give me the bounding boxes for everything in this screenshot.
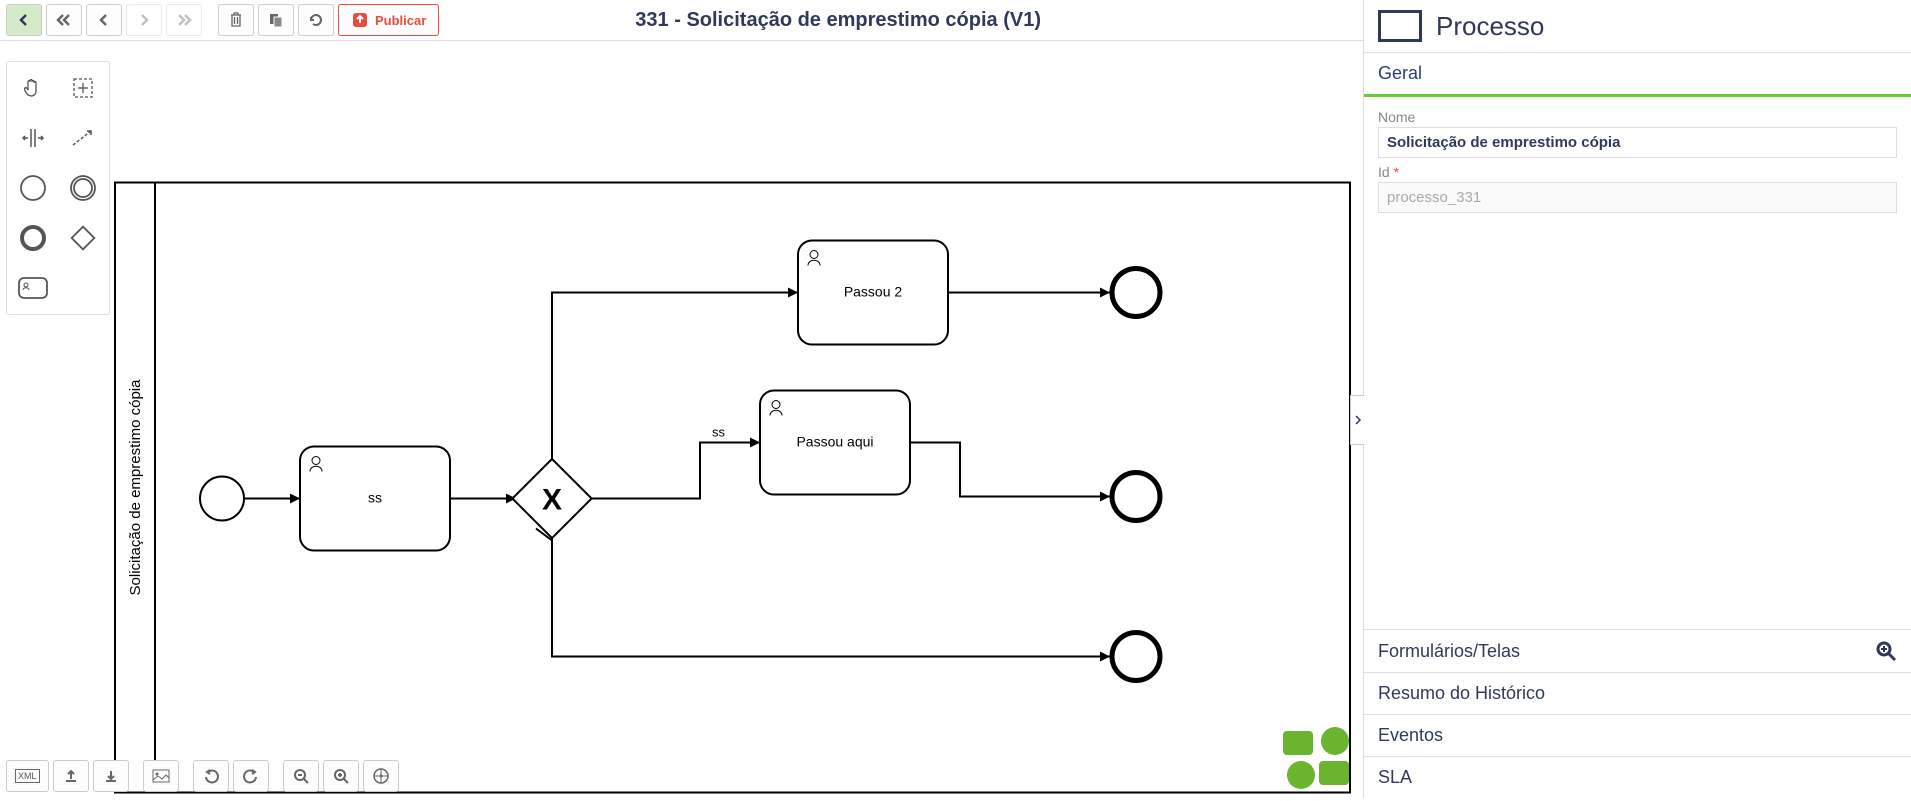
top-toolbar: Publicar 331 - Solicitação de emprestimo… (0, 0, 1363, 41)
task-passou2[interactable]: Passou 2 (798, 241, 948, 345)
copy-button[interactable] (258, 4, 294, 36)
process-icon (1378, 10, 1422, 42)
gateway-tool-icon[interactable] (63, 218, 103, 258)
task-ss[interactable]: ss (300, 447, 450, 551)
last-button[interactable] (166, 4, 202, 36)
connection-tool-icon[interactable] (63, 118, 103, 158)
end-event-3[interactable] (1112, 633, 1160, 681)
end-event-tool-icon[interactable] (13, 218, 53, 258)
flow-gw-end3[interactable] (552, 537, 1110, 662)
undo-button[interactable] (193, 760, 229, 792)
hand-tool-icon[interactable] (13, 68, 53, 108)
bpmn-canvas[interactable]: Solicitação de emprestimo cópia ss (0, 41, 1363, 798)
delete-button[interactable] (218, 4, 254, 36)
id-label: Id * (1378, 164, 1897, 180)
tool-palette (6, 61, 110, 315)
end-event-2[interactable] (1112, 473, 1160, 521)
section-sla[interactable]: SLA (1364, 756, 1911, 798)
nome-input[interactable] (1378, 127, 1897, 158)
pool-label: Solicitação de emprestimo cópia (127, 379, 144, 596)
flow-ss-label: ss (712, 425, 726, 440)
publish-label: Publicar (375, 13, 426, 28)
section-formularios[interactable]: Formulários/Telas (1364, 629, 1911, 672)
end-event-1[interactable] (1112, 269, 1160, 317)
next-button[interactable] (126, 4, 162, 36)
id-input (1378, 182, 1897, 213)
gateway[interactable]: X (512, 459, 591, 541)
first-button[interactable] (46, 4, 82, 36)
bottom-toolbar: XML (6, 760, 399, 792)
task-ss-label: ss (368, 490, 382, 506)
section-eventos[interactable]: Eventos (1364, 714, 1911, 756)
flow-passouaqui-end[interactable] (910, 443, 1110, 502)
space-tool-icon[interactable] (13, 118, 53, 158)
nome-label: Nome (1378, 109, 1897, 125)
bpmn-logo-icon (1277, 725, 1357, 792)
flow-passou2-end[interactable] (948, 288, 1110, 298)
task-tool-icon[interactable] (13, 268, 53, 308)
refresh-button[interactable] (298, 4, 334, 36)
zoom-out-button[interactable] (283, 760, 319, 792)
start-event[interactable] (200, 477, 244, 521)
publish-button[interactable]: Publicar (338, 4, 439, 36)
download-button[interactable] (93, 760, 129, 792)
spacer (63, 268, 103, 308)
prev-button[interactable] (86, 4, 122, 36)
flow-start-ss[interactable] (244, 494, 300, 504)
intermediate-event-tool-icon[interactable] (63, 168, 103, 208)
back-button[interactable] (6, 4, 42, 36)
page-title: 331 - Solicitação de emprestimo cópia (V… (443, 9, 1233, 32)
section-resumo[interactable]: Resumo do Histórico (1364, 672, 1911, 714)
zoom-in-button[interactable] (323, 760, 359, 792)
upload-button[interactable] (53, 760, 89, 792)
collapse-side-handle[interactable] (1350, 395, 1364, 445)
task-passouaqui-label: Passou aqui (796, 434, 873, 450)
lasso-tool-icon[interactable] (63, 68, 103, 108)
section-formularios-label: Formulários/Telas (1378, 641, 1520, 662)
task-passou2-label: Passou 2 (844, 284, 903, 300)
share-icon (351, 11, 369, 29)
redo-button[interactable] (233, 760, 269, 792)
task-passouaqui[interactable]: Passou aqui (760, 391, 910, 495)
side-title: Processo (1436, 11, 1544, 42)
xml-button[interactable]: XML (6, 760, 49, 792)
zoom-fit-button[interactable] (363, 760, 399, 792)
properties-panel: Processo Geral Nome Id * Formulários/Tel… (1363, 0, 1911, 798)
image-button[interactable] (143, 760, 179, 792)
flow-gw-passouaqui[interactable]: ss (590, 425, 760, 499)
magnify-icon[interactable] (1875, 640, 1897, 662)
flow-ss-gateway[interactable] (450, 494, 516, 504)
start-event-tool-icon[interactable] (13, 168, 53, 208)
section-geral[interactable]: Geral (1364, 52, 1911, 97)
gateway-marker: X (542, 484, 562, 517)
